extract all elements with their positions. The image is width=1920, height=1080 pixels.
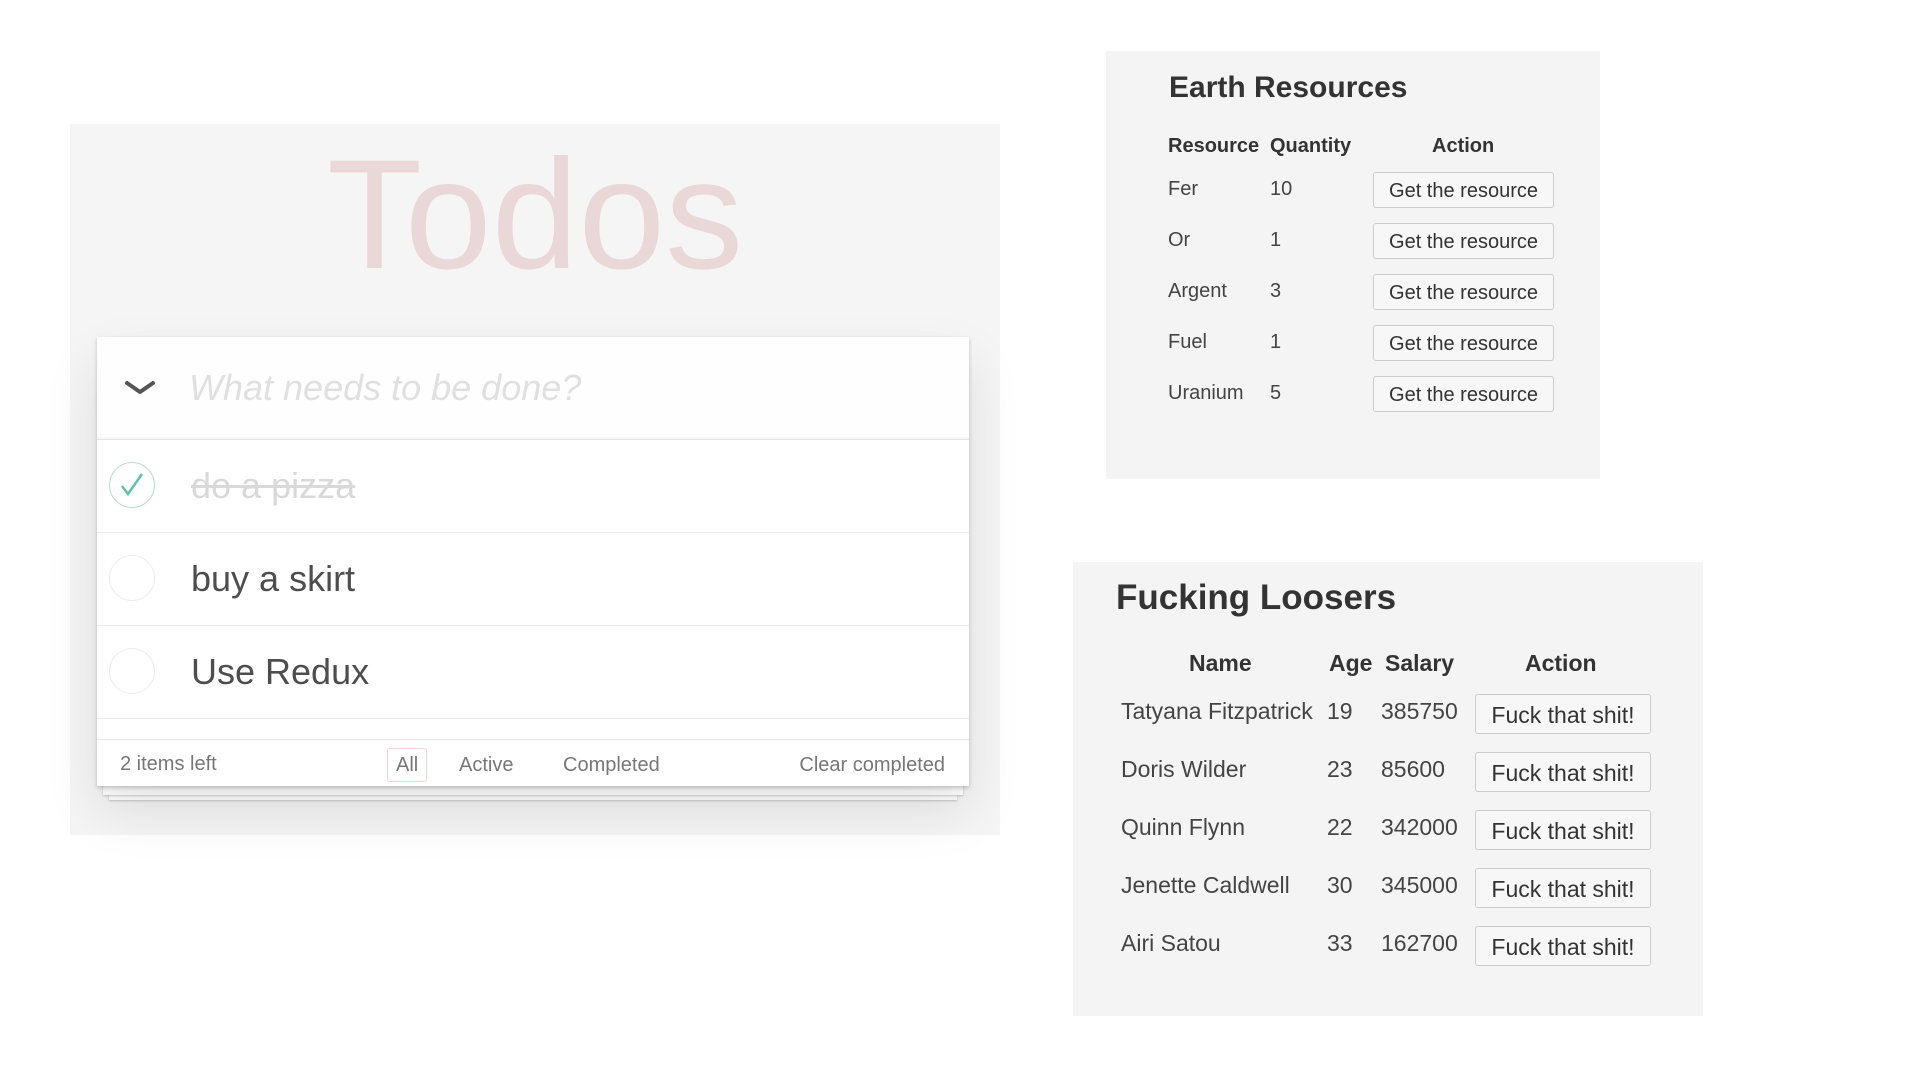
resource-name: Or	[1168, 229, 1191, 251]
person-age: 30	[1327, 872, 1353, 898]
person-age: 23	[1327, 756, 1353, 782]
column-header-resource: Resource	[1168, 135, 1260, 157]
toggle-all-button[interactable]	[119, 367, 159, 407]
resource-name: Fuel	[1168, 331, 1207, 353]
person-name: Airi Satou	[1121, 930, 1221, 956]
todo-app: Todos do a pizza buy a skirt	[70, 124, 1000, 835]
column-header-name: Name	[1189, 650, 1252, 676]
items-left-count: 2 items left	[120, 753, 217, 775]
clear-completed-button[interactable]: Clear completed	[799, 754, 945, 777]
person-salary: 85600	[1381, 756, 1445, 782]
column-header-salary: Salary	[1385, 650, 1455, 676]
resource-quantity: 10	[1270, 178, 1293, 200]
get-resource-button[interactable]: Get the resource	[1373, 274, 1554, 310]
todo-card: do a pizza buy a skirt Use Redux 2 items…	[97, 337, 969, 786]
chevron-down-icon	[125, 381, 155, 394]
get-resource-button[interactable]: Get the resource	[1373, 376, 1554, 412]
person-salary: 342000	[1381, 814, 1458, 840]
resource-quantity: 1	[1270, 331, 1282, 353]
get-resource-button[interactable]: Get the resource	[1373, 325, 1554, 361]
todo-label[interactable]: buy a skirt	[191, 533, 355, 625]
person-salary: 385750	[1381, 698, 1458, 724]
new-todo-input[interactable]	[189, 359, 939, 417]
resource-name: Fer	[1168, 178, 1198, 200]
column-header-action: Action	[1432, 135, 1495, 157]
person-name: Doris Wilder	[1121, 756, 1247, 782]
filter-all[interactable]: All	[387, 748, 428, 782]
filter-completed[interactable]: Completed	[554, 748, 669, 782]
todo-footer: 2 items left All Active Completed Clear …	[97, 739, 969, 786]
action-button[interactable]: Fuck that shit!	[1475, 752, 1651, 792]
panel-title: Earth Resources	[1169, 71, 1408, 104]
todo-item: do a pizza	[97, 440, 969, 533]
column-header-action: Action	[1525, 650, 1597, 676]
person-age: 22	[1327, 814, 1353, 840]
loosers-panel: Fucking Loosers Name Age Salary Action T…	[1073, 562, 1703, 1016]
todo-toggle-checkbox[interactable]	[109, 462, 155, 508]
resource-name: Uranium	[1168, 382, 1244, 404]
action-button[interactable]: Fuck that shit!	[1475, 868, 1651, 908]
person-age: 19	[1327, 698, 1353, 724]
todo-toggle-checkbox[interactable]	[109, 648, 155, 694]
new-todo-row	[97, 337, 969, 440]
earth-resources-panel: Earth Resources Resource Quantity Action…	[1106, 51, 1600, 479]
panel-title: Fucking Loosers	[1116, 578, 1397, 617]
person-name: Quinn Flynn	[1121, 814, 1246, 840]
filter-active[interactable]: Active	[450, 748, 522, 782]
action-button[interactable]: Fuck that shit!	[1475, 694, 1651, 734]
todo-label[interactable]: do a pizza	[191, 440, 355, 532]
resource-quantity: 3	[1270, 280, 1282, 302]
person-salary: 345000	[1381, 872, 1458, 898]
person-age: 33	[1327, 930, 1353, 956]
todo-title: Todos	[326, 128, 744, 302]
resource-quantity: 1	[1270, 229, 1282, 251]
get-resource-button[interactable]: Get the resource	[1373, 223, 1554, 259]
action-button[interactable]: Fuck that shit!	[1475, 926, 1651, 966]
column-header-age: Age	[1329, 650, 1373, 676]
person-salary: 162700	[1381, 930, 1458, 956]
get-resource-button[interactable]: Get the resource	[1373, 172, 1554, 208]
person-name: Tatyana Fitzpatrick	[1121, 698, 1313, 724]
column-header-quantity: Quantity	[1270, 135, 1352, 157]
resource-name: Argent	[1168, 280, 1227, 302]
resource-quantity: 5	[1270, 382, 1282, 404]
todo-label[interactable]: Use Redux	[191, 626, 369, 718]
action-button[interactable]: Fuck that shit!	[1475, 810, 1651, 850]
todo-item: Use Redux	[97, 626, 969, 719]
checkmark-icon	[121, 473, 144, 497]
todo-item: buy a skirt	[97, 533, 969, 626]
todo-toggle-checkbox[interactable]	[109, 555, 155, 601]
person-name: Jenette Caldwell	[1121, 872, 1290, 898]
